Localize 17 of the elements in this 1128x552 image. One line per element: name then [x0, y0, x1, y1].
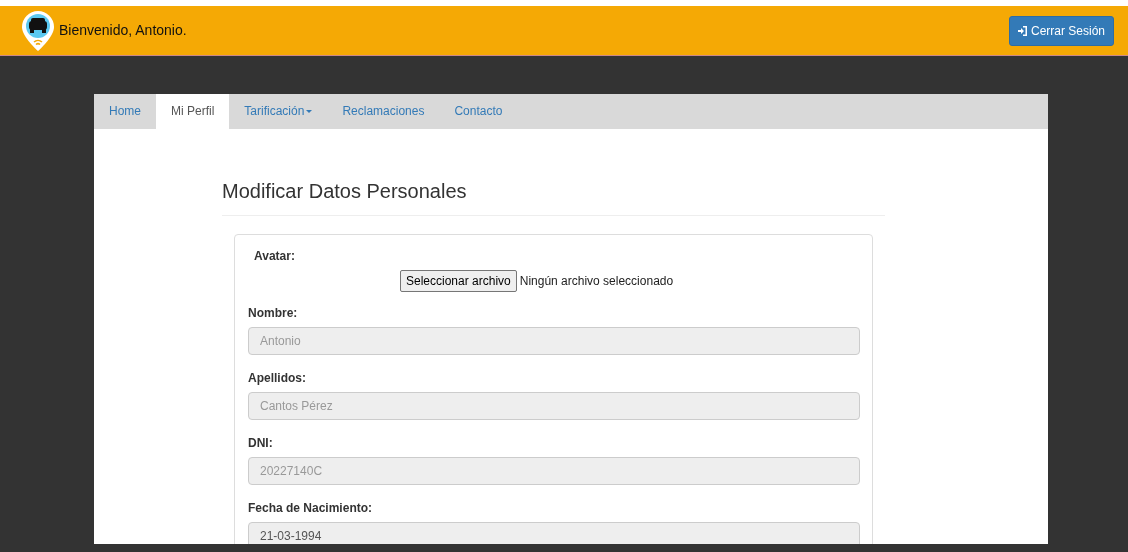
- nav-tab[interactable]: Contacto: [439, 94, 518, 129]
- field-label: Fecha de Nacimiento:: [248, 500, 374, 517]
- nav-tab[interactable]: Mi Perfil: [156, 94, 230, 129]
- sign-in-icon: [1017, 25, 1028, 36]
- input-field[interactable]: 21-03-1994: [248, 522, 860, 544]
- page-title: Modificar Datos Personales: [222, 179, 885, 216]
- welcome-text: Bienvenido, Antonio.: [59, 21, 187, 40]
- field-label: Nombre:: [248, 305, 299, 322]
- field-label: Avatar:: [254, 248, 295, 265]
- nav-tab[interactable]: Home: [94, 94, 156, 129]
- nav-tab[interactable]: Reclamaciones: [327, 94, 440, 129]
- choose-file-button[interactable]: Seleccionar archivo: [400, 270, 517, 292]
- field-label: DNI:: [248, 435, 274, 452]
- field-label: Apellidos:: [248, 370, 307, 387]
- nav-tab[interactable]: Tarificación: [229, 94, 328, 129]
- file-status-text: Ningún archivo seleccionado: [519, 273, 674, 290]
- logout-button[interactable]: Cerrar Sesión: [1008, 15, 1114, 46]
